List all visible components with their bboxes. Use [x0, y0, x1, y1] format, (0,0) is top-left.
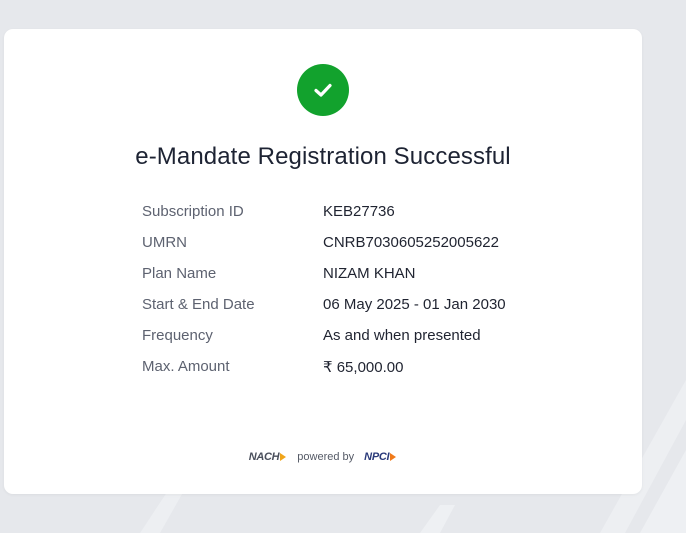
detail-row-max-amount: Max. Amount ₹ 65,000.00 [142, 358, 562, 389]
checkmark-icon [314, 83, 332, 97]
powered-by-text: powered by [297, 451, 355, 463]
npci-logo: NPCI [364, 451, 397, 463]
mandate-details: Subscription ID KEB27736 UMRN CNRB703060… [142, 203, 562, 389]
success-card: e-Mandate Registration Successful Subscr… [4, 29, 642, 494]
detail-label: Frequency [142, 327, 213, 344]
npci-logo-mark-icon [390, 453, 397, 461]
detail-label: Start & End Date [142, 296, 255, 313]
detail-label: UMRN [142, 234, 187, 251]
nach-logo-mark-icon [280, 453, 287, 461]
detail-label: Subscription ID [142, 203, 244, 220]
detail-value: As and when presented [323, 327, 481, 344]
detail-row-umrn: UMRN CNRB7030605252005622 [142, 234, 562, 265]
detail-row-frequency: Frequency As and when presented [142, 327, 562, 358]
detail-value: CNRB7030605252005622 [323, 234, 499, 251]
nach-logo: NACH [249, 451, 288, 463]
detail-value: ₹ 65,000.00 [323, 359, 404, 376]
detail-value: NIZAM KHAN [323, 265, 416, 282]
detail-label: Plan Name [142, 265, 217, 282]
detail-value: 06 May 2025 - 01 Jan 2030 [323, 296, 506, 313]
detail-value: KEB27736 [323, 203, 395, 220]
detail-label: Max. Amount [142, 358, 230, 375]
detail-row-start-end-date: Start & End Date 06 May 2025 - 01 Jan 20… [142, 296, 562, 327]
page-title: e-Mandate Registration Successful [135, 143, 511, 170]
success-check-icon [297, 64, 349, 116]
powered-by-footer: NACH powered by NPCI [4, 451, 642, 463]
detail-row-subscription-id: Subscription ID KEB27736 [142, 203, 562, 234]
detail-row-plan-name: Plan Name NIZAM KHAN [142, 265, 562, 296]
